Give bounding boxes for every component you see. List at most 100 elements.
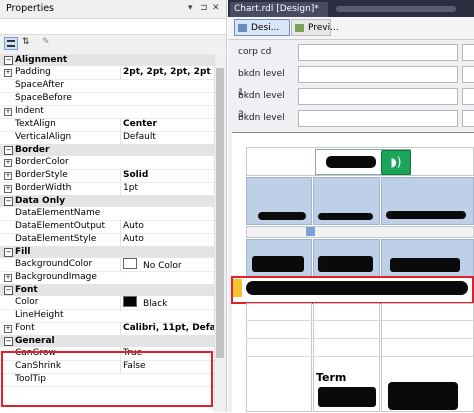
property-value[interactable]: Solid xyxy=(120,169,214,182)
close-icon[interactable]: ✕ xyxy=(212,3,220,13)
property-row[interactable]: TextAlign Center xyxy=(0,118,214,132)
property-name: LineHeight xyxy=(15,310,64,320)
category-general[interactable]: − General xyxy=(0,335,214,347)
collapse-icon[interactable]: − xyxy=(4,286,13,295)
grouping-icon xyxy=(306,227,315,236)
property-row[interactable]: + Indent xyxy=(0,105,214,119)
expand-icon[interactable]: + xyxy=(4,108,12,116)
property-value-text: Auto xyxy=(123,221,144,231)
property-row[interactable]: LineHeight xyxy=(0,309,214,323)
redacted-header-1 xyxy=(258,212,306,220)
property-value[interactable]: Calibri, 11pt, Default, D xyxy=(120,322,214,335)
redacted-detail-1 xyxy=(252,256,304,272)
properties-title-bar: Properties ▾ ⊐ ✕ xyxy=(0,0,226,19)
collapse-icon[interactable]: − xyxy=(4,56,13,65)
selected-row-highlight xyxy=(231,276,474,304)
param-input-corp-cd-2[interactable] xyxy=(462,44,474,61)
expand-icon[interactable]: + xyxy=(4,69,12,77)
property-row[interactable]: + BackgroundImage xyxy=(0,271,214,285)
expand-icon[interactable]: + xyxy=(4,172,12,180)
property-value[interactable]: Center xyxy=(120,118,214,131)
param-input-corp-cd[interactable] xyxy=(298,44,458,61)
property-name: BackgroundImage xyxy=(15,272,97,282)
design-icon xyxy=(238,24,247,32)
category-border[interactable]: − Border xyxy=(0,144,214,156)
property-row[interactable]: + BorderStyle Solid xyxy=(0,169,214,183)
property-row[interactable]: + Padding 2pt, 2pt, 2pt, 2pt xyxy=(0,66,214,80)
property-value[interactable]: 1pt xyxy=(120,182,214,195)
property-row[interactable]: Color Black xyxy=(0,296,214,311)
property-pages-icon[interactable]: ✎ xyxy=(42,37,50,47)
collapse-icon[interactable]: − xyxy=(4,146,13,155)
expand-icon[interactable]: + xyxy=(4,159,12,167)
property-name: BorderColor xyxy=(15,157,69,167)
property-value[interactable]: Auto xyxy=(120,220,214,233)
pin-icon[interactable]: ⊐ xyxy=(200,3,208,13)
category-data-only[interactable]: − Data Only xyxy=(0,195,214,207)
preview-icon xyxy=(295,24,304,32)
category-label: Data Only xyxy=(15,196,66,206)
property-name: SpaceAfter xyxy=(15,80,65,90)
property-row[interactable]: DataElementName xyxy=(0,207,214,221)
property-value-text: No Color xyxy=(143,261,182,271)
property-row[interactable]: VerticalAlign Default xyxy=(0,131,214,145)
property-value[interactable]: Auto xyxy=(120,233,214,246)
property-row[interactable]: DataElementOutput Auto xyxy=(0,220,214,234)
param-input-bkdn-level-3[interactable] xyxy=(298,88,458,105)
group-row[interactable] xyxy=(246,226,474,238)
object-selector[interactable] xyxy=(0,19,226,35)
redacted-header-2 xyxy=(318,213,373,220)
properties-toolbar: ⇅ ✎ xyxy=(0,35,226,53)
tab-preview[interactable]: Previ... xyxy=(291,19,339,36)
speaker-icon[interactable]: ◗) xyxy=(381,150,411,175)
category-alignment[interactable]: − Alignment xyxy=(0,54,214,66)
param-input-bkdn-level-1[interactable] xyxy=(298,66,458,83)
row-divider xyxy=(246,338,474,339)
property-name: BorderStyle xyxy=(15,170,68,180)
tab-design-label: Desi... xyxy=(251,23,280,33)
category-label: Alignment xyxy=(15,55,68,65)
color-swatch xyxy=(123,258,137,269)
property-value-text: Center xyxy=(123,119,157,129)
scrollbar-thumb[interactable] xyxy=(216,68,224,358)
property-row[interactable]: + BorderColor xyxy=(0,156,214,170)
property-row[interactable]: BackgroundColor No Color xyxy=(0,258,214,273)
property-name: BorderWidth xyxy=(15,183,72,193)
collapse-icon[interactable]: − xyxy=(4,248,13,257)
category-fill[interactable]: − Fill xyxy=(0,246,214,258)
category-label: Border xyxy=(15,145,50,155)
property-name: BackgroundColor xyxy=(15,259,93,269)
property-row[interactable]: +Font Calibri, 11pt, Default, D xyxy=(0,322,214,336)
property-row[interactable]: + BorderWidth 1pt xyxy=(0,182,214,196)
property-name: DataElementName xyxy=(15,208,101,218)
expand-icon[interactable]: + xyxy=(4,325,12,333)
param-input-bkdn-level-5[interactable] xyxy=(298,110,458,127)
property-value-text: Default xyxy=(123,132,156,142)
property-row[interactable]: SpaceBefore xyxy=(0,92,214,106)
category-font[interactable]: − Font xyxy=(0,284,214,296)
collapse-icon[interactable]: − xyxy=(4,197,13,206)
param-input-bkdn-level-1-2[interactable] xyxy=(462,66,474,83)
redacted-header-3 xyxy=(386,211,466,219)
expand-icon[interactable]: + xyxy=(4,274,12,282)
property-value[interactable]: Default xyxy=(120,131,214,144)
param-input-bkdn-level-3-2[interactable] xyxy=(462,88,474,105)
property-row[interactable]: SpaceAfter xyxy=(0,79,214,93)
property-value[interactable]: 2pt, 2pt, 2pt, 2pt xyxy=(120,66,214,79)
alphabetical-icon[interactable]: ⇅ xyxy=(22,37,30,47)
dropdown-icon[interactable]: ▾ xyxy=(188,3,193,13)
param-label-bkdn-level-3: bkdn level 3 xyxy=(238,91,285,120)
param-label-corp-cd: corp cd xyxy=(238,47,272,57)
redacted-term-value-2 xyxy=(388,382,458,410)
param-label-bkdn-level-1: bkdn level 1 xyxy=(238,69,285,98)
param-label-bkdn-level-5: bkdn level 5 xyxy=(238,113,285,142)
term-label: Term xyxy=(316,371,347,384)
collapse-icon[interactable]: − xyxy=(4,337,13,346)
tab-design[interactable]: Desi... xyxy=(234,19,290,36)
document-tab[interactable]: Chart.rdl [Design]* xyxy=(230,2,328,17)
property-row[interactable]: DataElementStyle Auto xyxy=(0,233,214,247)
property-name: TextAlign xyxy=(15,119,56,129)
expand-icon[interactable]: + xyxy=(4,185,12,193)
property-name: Color xyxy=(15,297,39,307)
param-input-bkdn-level-5-2[interactable] xyxy=(462,110,474,127)
